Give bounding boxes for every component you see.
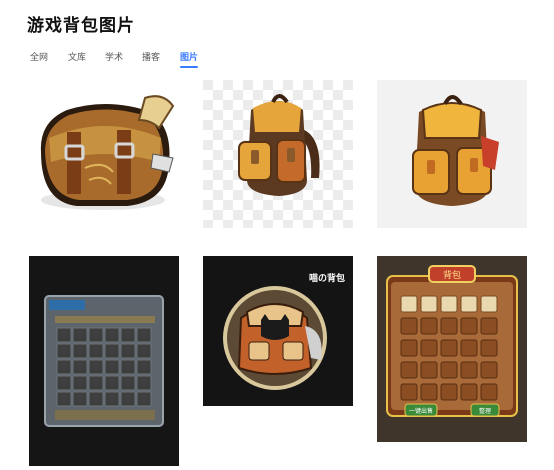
tab-images[interactable]: 图片 — [180, 50, 198, 63]
page-title: 游戏背包图片 — [27, 16, 135, 36]
result-image-6[interactable]: 背包 一键出售 整理 — [377, 256, 527, 442]
result-image-1[interactable] — [27, 80, 180, 225]
game-bag-panel-image: 背包 一键出售 整理 — [377, 256, 527, 442]
active-tab-indicator — [180, 66, 198, 68]
panel-button-left: 一键出售 — [409, 407, 433, 415]
tab-library[interactable]: 文库 — [68, 50, 86, 63]
tab-academic[interactable]: 学术 — [105, 50, 123, 63]
tab-podcast[interactable]: 播客 — [142, 50, 160, 63]
result-image-5[interactable]: 喵の背包 — [203, 256, 353, 406]
tab-all[interactable]: 全网 — [30, 50, 48, 63]
image-caption: 喵の背包 — [308, 274, 345, 284]
panel-title: 背包 — [443, 269, 461, 281]
inventory-grid-image — [29, 256, 179, 466]
yellow-backpack-image — [377, 80, 527, 228]
orange-backpack-image — [203, 80, 353, 228]
result-image-4[interactable] — [29, 256, 179, 466]
leather-satchel-image — [40, 95, 175, 210]
result-image-2[interactable] — [203, 80, 353, 228]
panel-button-right: 整理 — [479, 407, 491, 415]
result-image-3[interactable] — [377, 80, 527, 228]
